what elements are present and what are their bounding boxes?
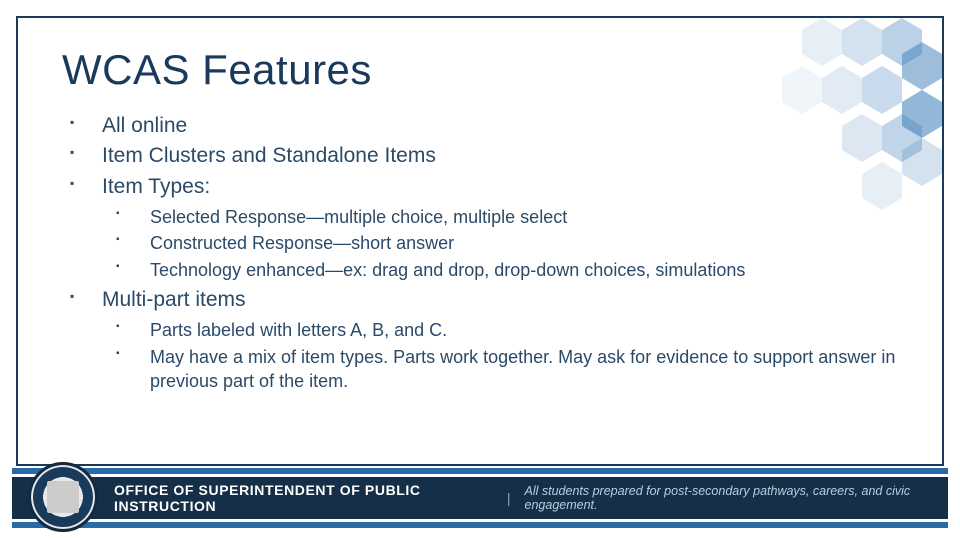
bullet-item: All online <box>68 112 902 140</box>
sub-bullet-list: Selected Response—multiple choice, multi… <box>102 205 902 282</box>
bullet-text: Multi-part items <box>102 288 246 311</box>
sub-bullet-list: Parts labeled with letters A, B, and C. … <box>102 318 902 393</box>
sub-bullet-item: May have a mix of item types. Parts work… <box>102 345 902 394</box>
bullet-list: All online Item Clusters and Standalone … <box>62 112 902 393</box>
sub-bullet-item: Selected Response—multiple choice, multi… <box>102 205 902 229</box>
seal-building-icon <box>47 481 79 513</box>
sub-bullet-item: Parts labeled with letters A, B, and C. <box>102 318 902 342</box>
footer-divider: | <box>507 490 511 506</box>
footer-tagline: All students prepared for post-secondary… <box>525 484 948 512</box>
footer: OFFICE OF SUPERINTENDENT OF PUBLIC INSTR… <box>0 468 960 530</box>
bullet-item: Item Clusters and Standalone Items <box>68 142 902 170</box>
footer-accent-bottom <box>12 522 948 528</box>
seal-icon <box>28 462 98 532</box>
slide-frame: WCAS Features All online Item Clusters a… <box>16 16 944 466</box>
footer-bar: OFFICE OF SUPERINTENDENT OF PUBLIC INSTR… <box>12 477 948 519</box>
bullet-item: Item Types: Selected Response—multiple c… <box>68 173 902 282</box>
bullet-text: Item Types: <box>102 175 210 198</box>
bullet-item: Multi-part items Parts labeled with lett… <box>68 286 902 393</box>
footer-office: OFFICE OF SUPERINTENDENT OF PUBLIC INSTR… <box>114 482 493 514</box>
slide-title: WCAS Features <box>62 46 902 94</box>
sub-bullet-item: Constructed Response—short answer <box>102 231 902 255</box>
sub-bullet-item: Technology enhanced—ex: drag and drop, d… <box>102 258 902 282</box>
footer-accent-top <box>12 468 948 474</box>
